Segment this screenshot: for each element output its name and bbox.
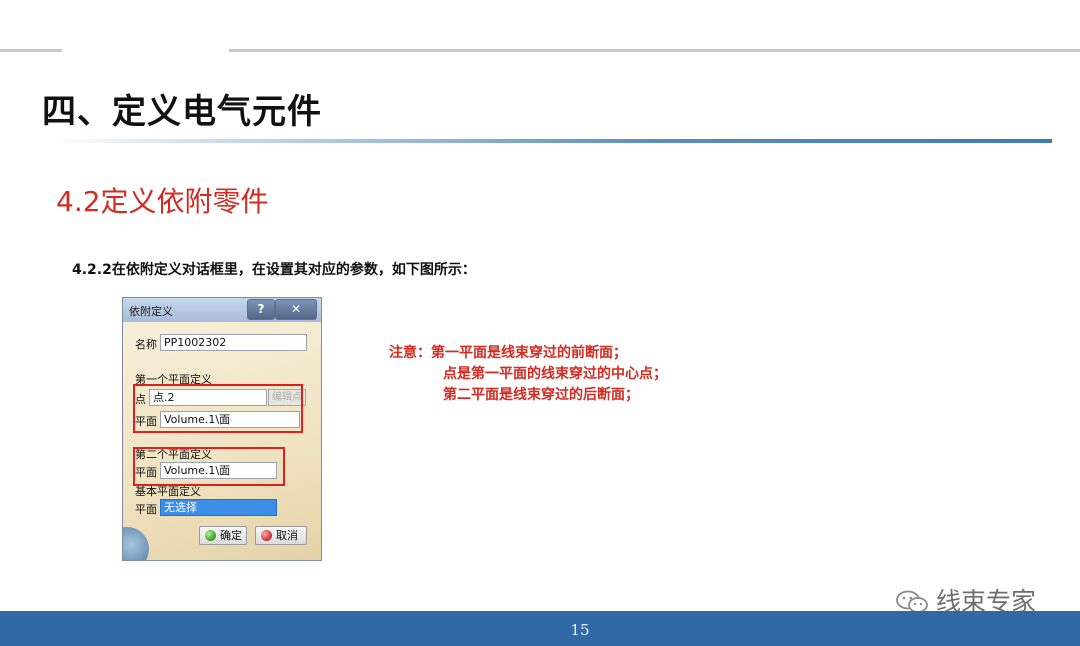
cancel-icon [261,530,272,541]
ok-icon [205,530,216,541]
top-divider-left [0,49,62,52]
globe-icon [123,527,149,560]
dialog-titlebar[interactable]: 依附定义 ? ✕ [123,298,321,322]
top-divider-right [229,49,1080,52]
footer-bar: 15 [0,611,1080,646]
name-label: 名称 [135,338,157,351]
note-line-1: 注意：第一平面是线束穿过的前断面； [389,345,627,361]
dialog-title: 依附定义 [129,305,173,318]
cancel-button-label: 取消 [276,529,298,542]
dialog-body: 名称 PP1002302 第一个平面定义 点 点.2 编辑点 平面 Volume… [123,322,321,560]
base-plane-label: 平面 [135,503,157,516]
ok-button[interactable]: 确定 [199,526,247,545]
help-button[interactable]: ? [247,299,275,320]
ok-button-label: 确定 [220,529,242,542]
page-title: 四、定义电气元件 [42,92,322,132]
second-plane-highlight [133,447,285,486]
first-plane-highlight [133,384,303,433]
instruction-text: 4.2.2在依附定义对话框里，在设置其对应的参数，如下图所示： [72,262,476,278]
title-underline [48,139,1052,143]
note-line-3: 第二平面是线束穿过的后断面； [443,387,639,403]
base-plane-input[interactable]: 无选择 [160,499,277,516]
attachment-definition-dialog: 依附定义 ? ✕ 名称 PP1002302 第一个平面定义 点 点.2 编辑点 … [122,297,322,561]
page-number: 15 [570,621,590,639]
close-button[interactable]: ✕ [275,299,317,320]
cancel-button[interactable]: 取消 [255,526,307,545]
name-input[interactable]: PP1002302 [160,334,307,351]
base-plane-group-label: 基本平面定义 [135,485,201,498]
note-line-2: 点是第一平面的线束穿过的中心点； [443,366,667,382]
section-title: 4.2定义依附零件 [56,185,269,218]
